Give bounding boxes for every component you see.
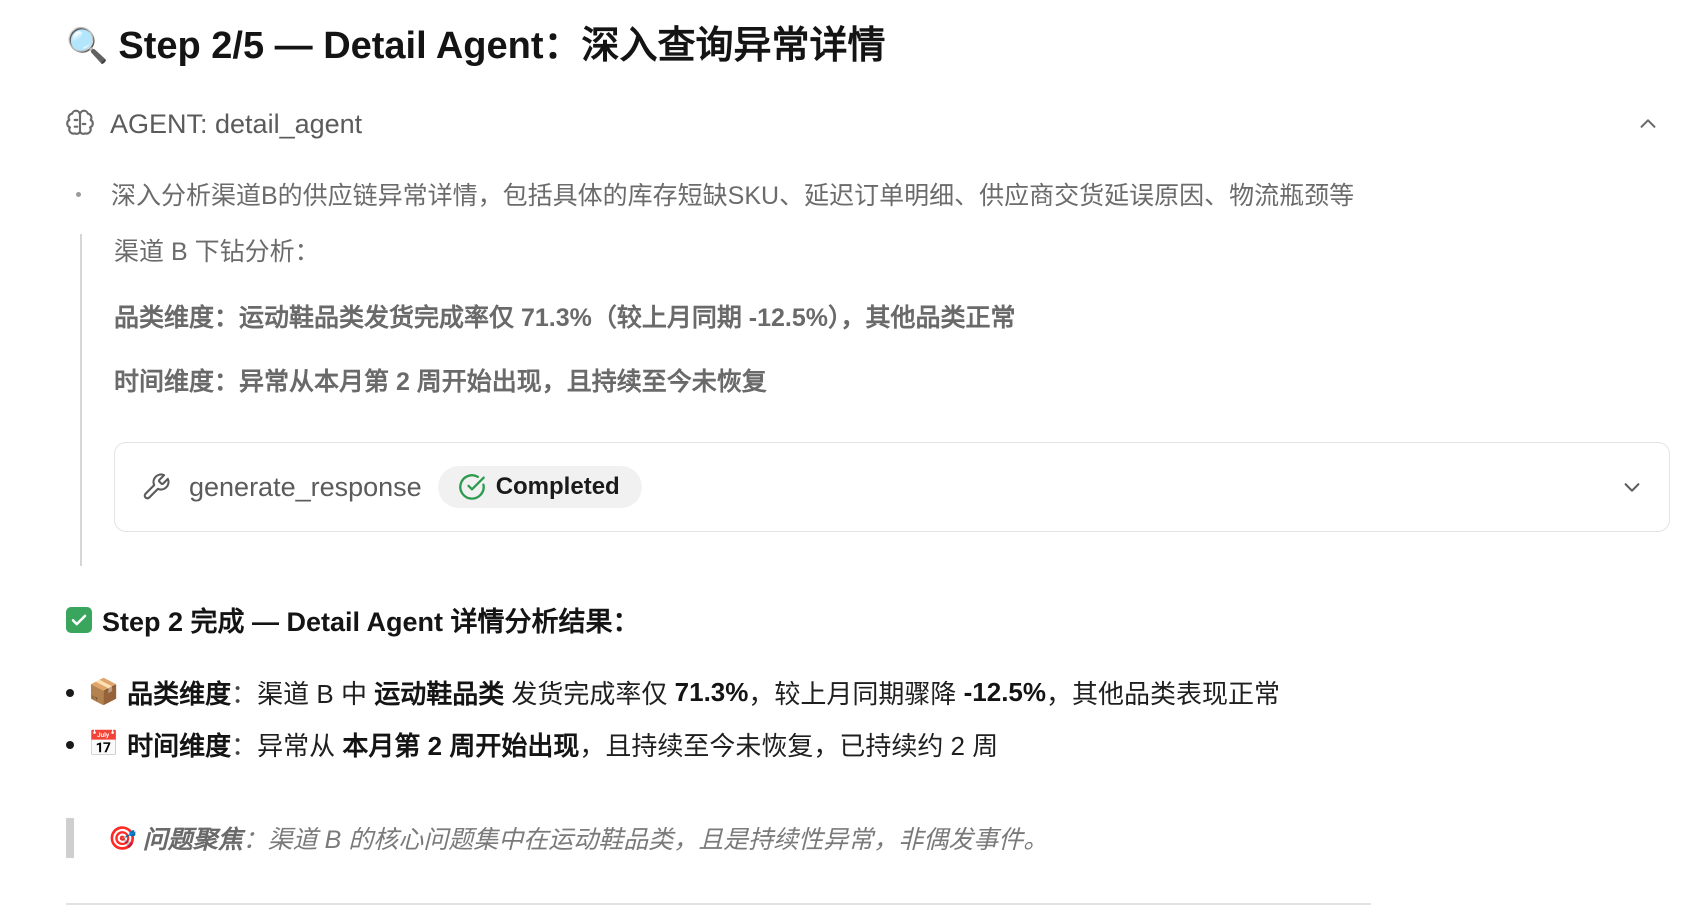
bullet-dot bbox=[76, 191, 81, 197]
detail-time-line: 时间维度：异常从本月第 2 周开始出现，且持续至今未恢复 bbox=[114, 368, 767, 396]
thread-line bbox=[80, 234, 82, 566]
agent-header[interactable]: AGENT: detail_agent bbox=[64, 100, 1664, 148]
target-icon: 🎯 bbox=[108, 824, 137, 851]
calendar-icon: 📅 bbox=[88, 730, 120, 758]
result-item-label: 时间维度 bbox=[127, 731, 232, 761]
detail-intro: 渠道 B 下钻分析： bbox=[114, 238, 320, 266]
wrench-icon bbox=[143, 473, 170, 500]
check-mark-icon bbox=[66, 606, 92, 633]
tool-name: generate_response bbox=[189, 471, 422, 502]
page-title: 🔍 Step 2/5 — Detail Agent：深入查询异常详情 bbox=[66, 18, 885, 74]
bullet-dot bbox=[66, 740, 74, 749]
package-icon: 📦 bbox=[88, 678, 120, 706]
task-description-text: 深入分析渠道B的供应链异常详情，包括具体的库存短缺SKU、延迟订单明细、供应商交… bbox=[111, 182, 1355, 210]
bullet-dot bbox=[66, 688, 74, 697]
result-item-category: 📦 品类维度 ： 渠道 B 中 运动鞋品类 发货完成率仅 71.3% ，较上月同… bbox=[66, 674, 1280, 711]
focus-text: 问题聚焦：渠道 B 的核心问题集中在运动鞋品类，且是持续性异常，非偶发事件。 bbox=[142, 826, 1049, 854]
result-heading: Step 2 完成 — Detail Agent 详情分析结果： bbox=[66, 600, 640, 639]
result-item-label: 品类维度 bbox=[127, 679, 232, 709]
check-circle-icon bbox=[458, 474, 485, 500]
task-description: 深入分析渠道B的供应链异常详情，包括具体的库存短缺SKU、延迟订单明细、供应商交… bbox=[76, 174, 1656, 214]
expand-toggle[interactable] bbox=[1617, 472, 1647, 502]
tool-call-card[interactable]: generate_response Completed bbox=[114, 442, 1670, 532]
chevron-up-icon bbox=[1640, 119, 1656, 128]
status-badge: Completed bbox=[437, 466, 642, 508]
agent-label: AGENT: detail_agent bbox=[110, 108, 363, 139]
detail-category-line: 品类维度：运动鞋品类发货完成率仅 71.3%（较上月同期 -12.5%），其他品… bbox=[114, 304, 1016, 332]
chevron-down-icon bbox=[1624, 483, 1640, 492]
result-item-time: 📅 时间维度 ： 异常从 本月第 2 周开始出现 ，且持续至今未恢复，已持续约 … bbox=[66, 726, 998, 763]
status-text: Completed bbox=[495, 473, 620, 500]
magnifier-icon: 🔍 bbox=[66, 27, 109, 65]
brain-icon bbox=[66, 109, 94, 135]
collapse-toggle[interactable] bbox=[1632, 108, 1664, 140]
focus-quote: 🎯 问题聚焦：渠道 B 的核心问题集中在运动鞋品类，且是持续性异常，非偶发事件。 bbox=[66, 818, 1048, 858]
quote-bar bbox=[66, 818, 74, 858]
divider bbox=[66, 903, 1371, 905]
page-title-text: Step 2/5 — Detail Agent：深入查询异常详情 bbox=[118, 25, 886, 67]
result-heading-text: Step 2 完成 — Detail Agent 详情分析结果： bbox=[102, 607, 640, 637]
